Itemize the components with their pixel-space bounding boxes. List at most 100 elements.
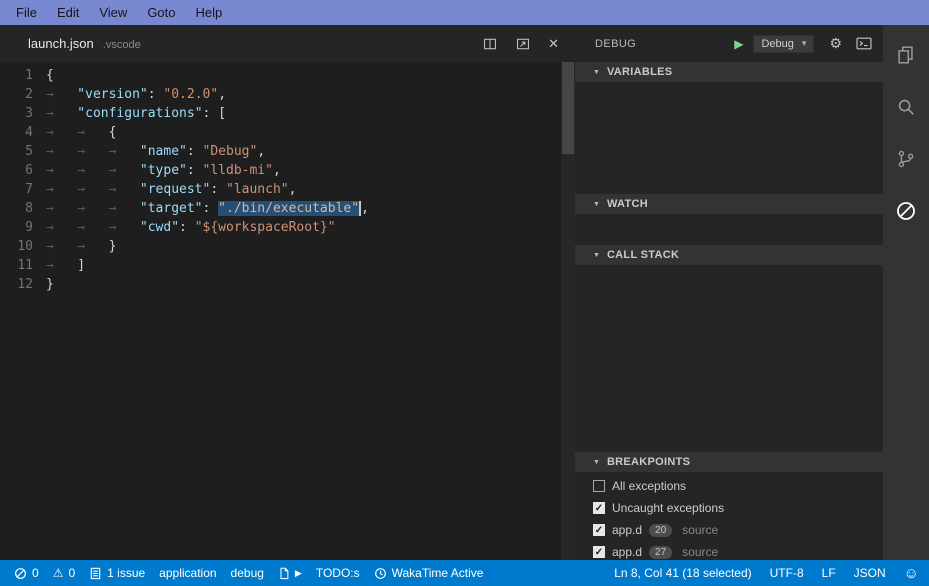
code-line[interactable]: 6→→→"type": "lldb-mi", [0, 161, 561, 180]
scrollbar-thumb[interactable] [562, 62, 574, 154]
code-text: →→→"cwd": "${workspaceRoot}" [46, 218, 336, 237]
breakpoint-row[interactable]: ✓app.d27source [575, 541, 883, 560]
menu-help[interactable]: Help [186, 2, 233, 23]
warning-count[interactable]: ⚠ 0 [53, 566, 75, 580]
code-line[interactable]: 8→→→"target": "./bin/executable", [0, 199, 561, 218]
debug-config-status[interactable]: debug [231, 566, 264, 580]
document-indicator[interactable]: ▶ [278, 566, 302, 580]
line-number[interactable]: 1 [0, 66, 46, 85]
issues-indicator[interactable]: 1 issue [89, 566, 145, 580]
breakpoint-checkbox[interactable]: ✓ [593, 524, 605, 536]
line-number[interactable]: 8 [0, 199, 46, 218]
code-token: "${workspaceRoot}" [195, 220, 336, 235]
source-control-icon[interactable] [883, 133, 929, 185]
debug-console-icon[interactable] [855, 36, 873, 51]
close-editor-icon[interactable]: ✕ [548, 36, 559, 52]
watch-section-header[interactable]: ▼ WATCH [575, 194, 883, 214]
code-token: "lldb-mi" [203, 163, 273, 178]
code-token: { [109, 125, 117, 140]
code-line[interactable]: 10→→} [0, 237, 561, 256]
code-lines[interactable]: 1{2→"version": "0.2.0",3→"configurations… [0, 62, 561, 560]
split-editor-icon[interactable] [482, 36, 498, 52]
configure-gear-icon[interactable]: ⚙ [829, 35, 842, 52]
line-number[interactable]: 9 [0, 218, 46, 237]
code-token: : [187, 144, 203, 159]
code-line[interactable]: 9→→→"cwd": "${workspaceRoot}" [0, 218, 561, 237]
cursor-position-label: Ln 8, Col 41 (18 selected) [614, 566, 751, 580]
line-number[interactable]: 5 [0, 142, 46, 161]
cursor-position[interactable]: Ln 8, Col 41 (18 selected) [614, 566, 751, 580]
search-icon[interactable] [883, 81, 929, 133]
tab-whitespace-arrow: → [46, 256, 77, 275]
code-token: "target" [140, 201, 203, 216]
breakpoint-checkbox[interactable] [593, 480, 605, 492]
code-line[interactable]: 12} [0, 275, 561, 294]
feedback-smiley-icon[interactable]: ☺ [904, 566, 919, 581]
line-number[interactable]: 11 [0, 256, 46, 275]
line-number[interactable]: 3 [0, 104, 46, 123]
line-number[interactable]: 10 [0, 237, 46, 256]
tab-whitespace-arrow: → [109, 180, 140, 199]
line-number[interactable]: 12 [0, 275, 46, 294]
breakpoint-row[interactable]: All exceptions [575, 475, 883, 497]
code-line[interactable]: 1{ [0, 66, 561, 85]
code-text: →→→"name": "Debug", [46, 142, 265, 161]
variables-section-header[interactable]: ▼ VARIABLES [575, 62, 883, 82]
debug-config-select[interactable]: Debug ▾ [753, 35, 814, 53]
menu-view[interactable]: View [89, 2, 137, 23]
debug-panel-title: DEBUG [595, 38, 636, 50]
app-name[interactable]: application [159, 566, 216, 580]
breakpoint-line-badge: 27 [649, 546, 672, 559]
call-stack-section-header[interactable]: ▼ CALL STACK [575, 245, 883, 265]
menu-edit[interactable]: Edit [47, 2, 89, 23]
open-preview-icon[interactable] [515, 36, 531, 52]
tab-whitespace-arrow: → [77, 123, 108, 142]
explorer-icon[interactable] [883, 29, 929, 81]
code-text: { [46, 66, 54, 85]
code-line[interactable]: 3→"configurations": [ [0, 104, 561, 123]
tab-whitespace-arrow: → [46, 237, 77, 256]
breakpoint-label: Uncaught exceptions [612, 501, 724, 515]
code-token: "version" [77, 87, 147, 102]
breakpoints-section-header[interactable]: ▼ BREAKPOINTS [575, 452, 883, 472]
code-line[interactable]: 4→→{ [0, 123, 561, 142]
editor-scrollbar[interactable] [561, 62, 575, 560]
tab-whitespace-arrow: → [109, 142, 140, 161]
tab-whitespace-arrow: → [46, 161, 77, 180]
code-line[interactable]: 7→→→"request": "launch", [0, 180, 561, 199]
breakpoint-source: source [682, 545, 718, 559]
breakpoint-row[interactable]: ✓ Uncaught exceptions [575, 497, 883, 519]
todo-indicator[interactable]: TODO:s [316, 566, 360, 580]
menu-goto[interactable]: Goto [137, 2, 185, 23]
line-number[interactable]: 2 [0, 85, 46, 104]
encoding-label: UTF-8 [770, 566, 804, 580]
code-text: →→} [46, 237, 116, 256]
start-debug-icon[interactable]: ▶ [734, 37, 743, 51]
code-token: "0.2.0" [163, 87, 218, 102]
code-line[interactable]: 2→"version": "0.2.0", [0, 85, 561, 104]
tab-whitespace-arrow: → [46, 218, 77, 237]
menu-file[interactable]: File [6, 2, 47, 23]
code-line[interactable]: 5→→→"name": "Debug", [0, 142, 561, 161]
editor-area: launch.json .vscode ✕ 1{2→"version": "0.… [0, 25, 575, 560]
code-token: "./bin/executable" [218, 201, 359, 216]
clock-icon [374, 567, 387, 580]
error-count[interactable]: 0 [14, 566, 39, 580]
code-token: , [257, 144, 265, 159]
code-token: } [109, 239, 117, 254]
encoding-indicator[interactable]: UTF-8 [770, 566, 804, 580]
line-number[interactable]: 7 [0, 180, 46, 199]
line-number[interactable]: 6 [0, 161, 46, 180]
line-number[interactable]: 4 [0, 123, 46, 142]
code-line[interactable]: 11→] [0, 256, 561, 275]
language-mode[interactable]: JSON [854, 566, 886, 580]
breakpoint-checkbox[interactable]: ✓ [593, 502, 605, 514]
breakpoint-checkbox[interactable]: ✓ [593, 546, 605, 558]
error-icon [14, 567, 27, 580]
eol-indicator[interactable]: LF [822, 566, 836, 580]
wakatime-indicator[interactable]: WakaTime Active [374, 566, 484, 580]
debug-icon[interactable] [883, 185, 929, 237]
breakpoint-row[interactable]: ✓app.d20source [575, 519, 883, 541]
open-file-name[interactable]: launch.json [28, 36, 94, 51]
tab-whitespace-arrow: → [46, 85, 77, 104]
